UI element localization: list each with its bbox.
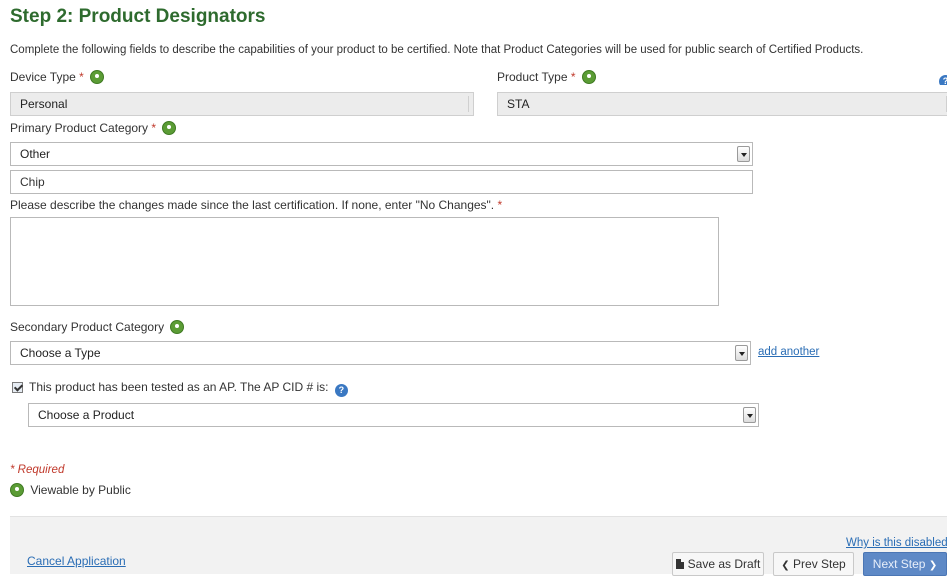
product-type-label: Product Type (497, 70, 568, 84)
chevron-left-icon: ❮ (781, 560, 790, 571)
save-as-draft-button[interactable]: Save as Draft (672, 552, 764, 576)
public-info-icon (162, 121, 177, 135)
public-info-icon (10, 483, 24, 497)
changes-label-row: Please describe the changes made since t… (10, 198, 502, 212)
cancel-application-link[interactable]: Cancel Application (27, 554, 126, 568)
required-marker: * (151, 121, 157, 135)
primary-category-value: Other (20, 147, 51, 161)
page-title: Step 2: Product Designators (10, 6, 266, 27)
page-intro: Complete the following fields to describ… (10, 44, 864, 56)
primary-category-select[interactable]: Other (10, 142, 753, 166)
device-type-value: Personal (20, 97, 68, 111)
dropdown-arrow-icon[interactable] (743, 407, 756, 423)
why-disabled-link[interactable]: Why is this disabled? (846, 537, 947, 549)
product-type-select[interactable]: STA (497, 92, 947, 116)
secondary-category-label: Secondary Product Category (10, 320, 165, 334)
add-another-link[interactable]: add another (758, 346, 819, 358)
required-marker: * (497, 198, 503, 212)
ap-tested-checkbox[interactable] (12, 382, 23, 393)
public-info-icon (90, 70, 105, 84)
public-legend-row: Viewable by Public (10, 483, 131, 497)
primary-category-label: Primary Product Category (10, 121, 149, 135)
required-marker: * (79, 70, 84, 84)
secondary-category-label-row: Secondary Product Category (10, 320, 185, 334)
ap-tested-label-row: This product has been tested as an AP. T… (29, 380, 348, 397)
required-legend: * Required (10, 464, 65, 476)
device-type-select[interactable]: Personal (10, 92, 474, 116)
prev-step-button[interactable]: ❮ Prev Step (773, 552, 854, 576)
public-info-icon (581, 70, 596, 84)
secondary-category-select[interactable]: Choose a Type (10, 341, 751, 365)
prev-step-label: Prev Step (793, 557, 846, 571)
product-type-label-row: Product Type * (497, 70, 596, 84)
dropdown-arrow-icon[interactable] (735, 345, 748, 361)
help-icon-partial[interactable]: ? (938, 71, 947, 85)
public-legend-label: Viewable by Public (30, 483, 131, 497)
ap-tested-label: This product has been tested as an AP. T… (29, 380, 329, 394)
next-step-label: Next Step (872, 557, 926, 571)
primary-category-label-row: Primary Product Category * (10, 121, 177, 135)
public-info-icon (170, 320, 185, 334)
save-as-draft-label: Save as Draft (687, 557, 761, 571)
changes-label: Please describe the changes made since t… (10, 198, 495, 212)
required-marker: * (570, 70, 576, 84)
help-icon[interactable]: ? (334, 384, 348, 397)
ap-cid-value: Choose a Product (38, 408, 135, 422)
device-type-label-row: Device Type * (10, 70, 105, 84)
secondary-category-value: Choose a Type (20, 346, 101, 360)
next-step-button[interactable]: Next Step ❯ (863, 552, 947, 576)
product-type-value: STA (507, 97, 530, 111)
ap-cid-select[interactable]: Choose a Product (28, 403, 759, 427)
changes-textarea[interactable] (10, 217, 719, 306)
chevron-right-icon: ❯ (928, 560, 938, 571)
dropdown-arrow-icon (468, 96, 469, 112)
help-icon: ? (939, 75, 947, 85)
primary-category-other-input[interactable]: Chip (10, 170, 753, 194)
dropdown-arrow-icon[interactable] (737, 146, 750, 162)
document-icon (675, 559, 684, 569)
device-type-label: Device Type (10, 70, 76, 84)
